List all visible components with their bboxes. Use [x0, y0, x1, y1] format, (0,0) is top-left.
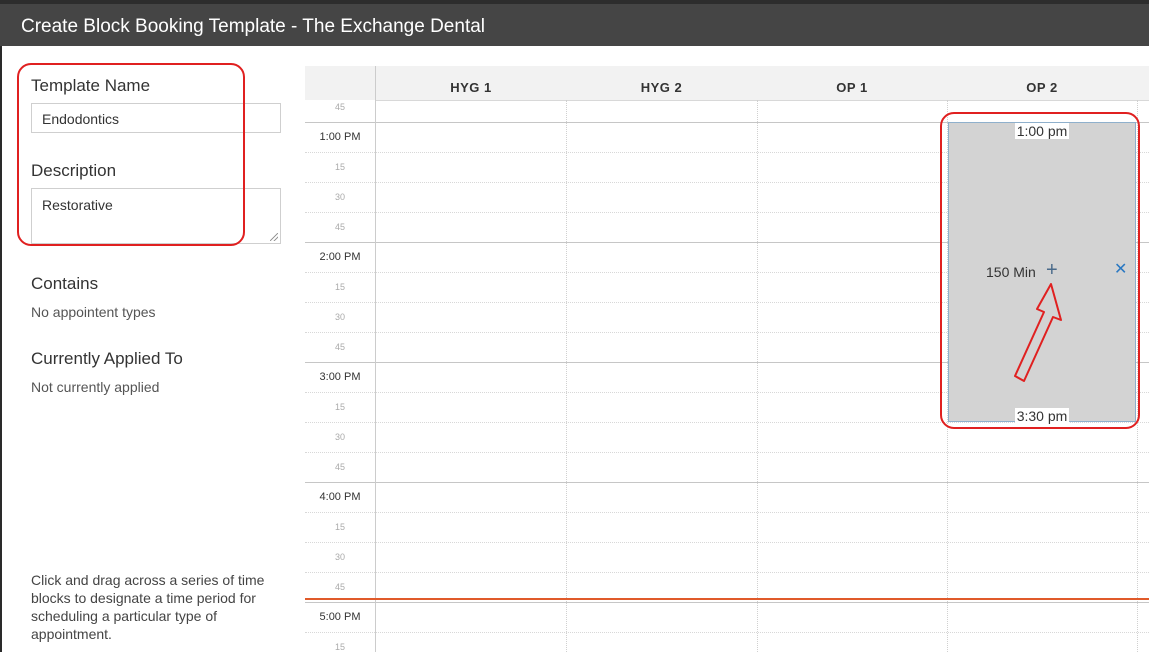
time-label: 45	[334, 582, 345, 592]
contains-label: Contains	[31, 274, 99, 293]
time-label: 15	[334, 282, 345, 292]
applied-to-value: Not currently applied	[31, 379, 160, 395]
quarter-line	[305, 512, 1149, 513]
dialog-title-bar: Create Block Booking Template - The Exch…	[0, 0, 1149, 46]
column-divider	[757, 100, 758, 652]
grid-header: HYG 1 HYG 2 OP 1 OP 2	[305, 66, 1149, 101]
column-hyg1: HYG 1	[450, 80, 492, 95]
description-textarea[interactable]: Restorative	[31, 188, 281, 244]
description-label: Description	[31, 161, 117, 180]
time-label: 30	[334, 312, 345, 322]
hour-line	[305, 482, 1149, 483]
time-label: 5:00 PM	[319, 611, 361, 623]
column-divider	[1137, 100, 1138, 652]
instructions-text: Click and drag across a series of time b…	[31, 572, 265, 642]
applied-to-label: Currently Applied To	[31, 349, 183, 368]
column-op2: OP 2	[1026, 80, 1058, 95]
contains-value: No appointent types	[31, 304, 156, 320]
plus-icon[interactable]: +	[1046, 260, 1058, 280]
template-name-label: Template Name	[31, 76, 151, 95]
time-label: 15	[334, 162, 345, 172]
hour-line	[305, 602, 1149, 603]
column-hyg2: HYG 2	[640, 80, 683, 95]
time-label: 15	[334, 402, 345, 412]
quarter-line	[305, 632, 1149, 633]
resize-handle-icon[interactable]	[270, 233, 278, 241]
block-end-time: 3:30 pm	[1014, 408, 1070, 424]
current-time-line	[305, 598, 1149, 600]
time-label: 15	[334, 642, 345, 652]
time-label: 15	[334, 522, 345, 532]
column-divider	[566, 100, 567, 652]
block-start-time: 1:00 pm	[1014, 123, 1070, 139]
quarter-line	[305, 452, 1149, 453]
time-label: 30	[334, 192, 345, 202]
time-label: 3:00 PM	[319, 371, 361, 383]
time-label: 45	[334, 222, 345, 232]
left-edge	[0, 46, 2, 652]
description-value: Restorative	[42, 197, 113, 213]
template-name-input[interactable]: Endodontics	[31, 103, 281, 133]
time-label: 2:00 PM	[319, 251, 361, 263]
time-label: 30	[334, 552, 345, 562]
column-op1: OP 1	[836, 80, 868, 95]
time-label: 4:00 PM	[319, 491, 361, 503]
close-icon[interactable]: ✕	[1114, 262, 1127, 278]
time-label: 30	[334, 432, 345, 442]
annotation-arrow-icon	[1014, 283, 1062, 382]
time-label: 1:00 PM	[319, 131, 361, 143]
quarter-line	[305, 542, 1149, 543]
time-label: 45	[334, 462, 345, 472]
time-label: 45	[334, 102, 345, 112]
dialog-title: Create Block Booking Template - The Exch…	[21, 16, 486, 37]
gutter-divider	[375, 66, 376, 652]
quarter-line	[305, 572, 1149, 573]
time-label: 45	[334, 342, 345, 352]
